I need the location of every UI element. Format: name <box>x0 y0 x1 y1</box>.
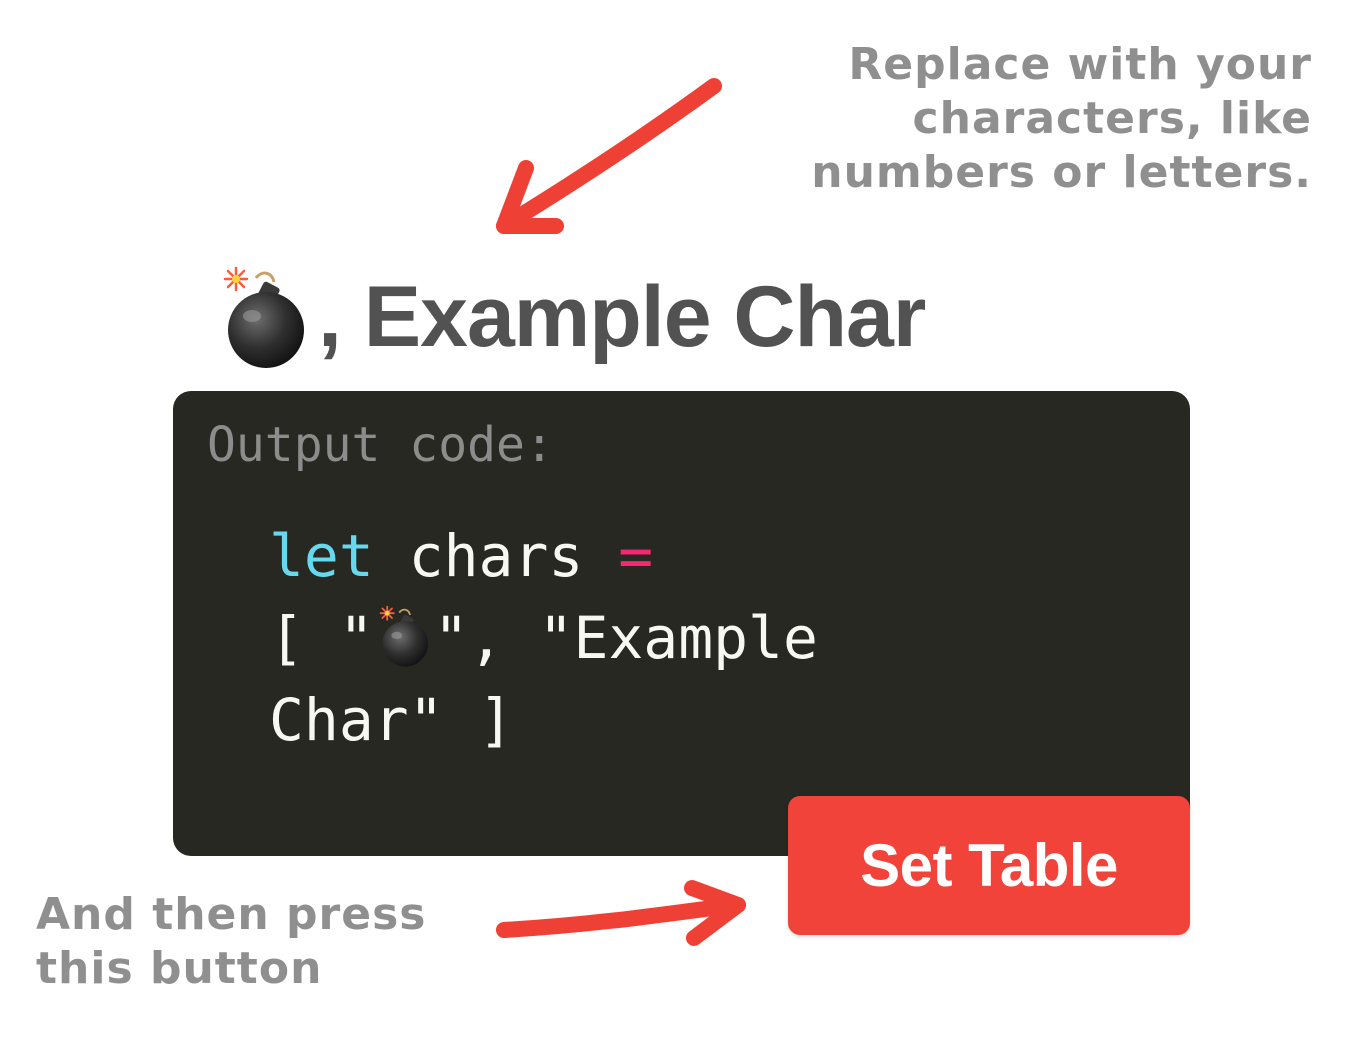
code-array-mid: ", "Example <box>433 604 818 672</box>
annotation-line: And then press <box>36 889 427 940</box>
code-operator: = <box>618 522 654 590</box>
output-code-panel: Output code: let chars = [ " ", "Example… <box>173 391 1190 856</box>
annotation-line: numbers or letters. <box>811 147 1312 198</box>
code-line-array-end: Char" ] <box>269 686 514 754</box>
code-array-open: [ " <box>269 604 374 672</box>
arrow-to-button-icon <box>496 880 746 946</box>
bomb-icon <box>214 264 314 370</box>
bomb-icon <box>374 604 434 668</box>
arrow-to-title-icon <box>496 78 722 234</box>
code-line-declaration: let chars = <box>269 515 969 597</box>
character-title: , Example Char <box>214 262 926 372</box>
set-table-button[interactable]: Set Table <box>788 796 1190 935</box>
code-line-array-start: [ " ", "Example <box>269 597 969 679</box>
code-keyword: let <box>269 522 374 590</box>
output-code-label: Output code: <box>207 417 554 473</box>
annotation-line: this button <box>36 943 323 994</box>
code-identifier: chars <box>373 522 619 590</box>
output-code-body: let chars = [ " ", "Example Char" ] <box>269 515 969 761</box>
character-title-text: , Example Char <box>318 269 926 365</box>
annotation-press-button: And then press this button <box>36 888 496 996</box>
annotation-line: Replace with your <box>848 39 1312 90</box>
annotation-replace-characters: Replace with your characters, like numbe… <box>692 38 1312 200</box>
annotation-line: characters, like <box>912 93 1312 144</box>
